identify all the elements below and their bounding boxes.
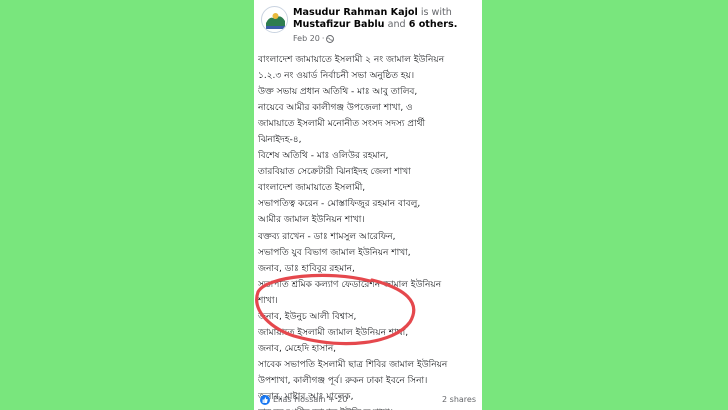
post-text-line: উক্ত সভায় প্রধান অতিথি - মাঃ আবু তালিব,	[258, 87, 418, 98]
meta-separator: ·	[321, 34, 325, 43]
post-date[interactable]: Feb 20	[293, 34, 320, 44]
post-text-line: আমীর জামাল ইউনিয়ন শাখা।	[258, 215, 365, 226]
globe-icon	[326, 35, 335, 43]
with-text: is with	[420, 7, 452, 18]
post-text-line: বক্তব্য রাখেন - ডাঃ শামসুল আরেফিন,	[258, 231, 396, 242]
tagged-name[interactable]: Mustafizur Bablu	[293, 19, 385, 30]
post-text-line: ঝিনাইদহ-৪,	[258, 135, 302, 146]
post-text-line: নায়েবে আমীর কালীগঞ্জ উপজেলা শাখা, ও	[258, 103, 413, 114]
post-text-line: সভাপতি যুব বিভাগ জামাল ইউনিয়ন শাখা,	[258, 247, 411, 258]
post-text-line: বিশেষ অতিথি - মাঃ ওলিউর রহমান,	[258, 151, 389, 162]
post-body: বাংলাদেশ জামায়াতে ইসলামী ২ নং জামাল ইউন…	[258, 52, 482, 410]
facebook-post-card: Masudur Rahman Kajol is with Mustafizur …	[254, 0, 482, 410]
period-text: .	[453, 19, 458, 30]
author-name[interactable]: Masudur Rahman Kajol	[293, 7, 418, 18]
post-text-line: সাবেক সভাপতি ইসলামী ছাত্র শিবির জামাল ইউ…	[258, 359, 448, 370]
and-text: and	[387, 19, 406, 30]
post-text-line: সভাপতিত্ব করেন - মোস্তাফিজুর রহমান বাবলু…	[258, 199, 421, 210]
post-text-line: বাংলাদেশ জামায়াতে ইসলামী ২ নং জামাল ইউন…	[258, 55, 445, 65]
like-icon[interactable]	[260, 395, 270, 405]
post-text-line: তারবিয়াত সেক্রেটারী ঝিনাইদহ জেলা শাখা	[258, 167, 411, 178]
avatar-icon[interactable]	[261, 6, 288, 33]
post-text-line: জনাব, ইউনুচ আলী বিশ্বাস,	[258, 311, 357, 322]
post-footer: Elias Hossain + 20 2 shares	[260, 393, 476, 407]
post-text-line: সভাপতি শ্রমিক কল্যাণ ফেডারেশন জামাল ইউনি…	[258, 279, 442, 290]
reaction-count[interactable]: Elias Hossain + 20	[273, 393, 348, 407]
post-text-line: বাংলাদেশ জামায়াতে ইসলামী,	[258, 183, 366, 194]
post-text-line: জামায়াতে ইসলামী জামাল ইউনিয়ন শাখা,	[258, 327, 409, 338]
post-text-line: জনাব, ডাঃ হাবিবুর রহমান,	[258, 263, 355, 274]
others-link[interactable]: 6 others	[409, 19, 454, 30]
post-text-line: জামায়াতে ইসলামী মনোনীত সংসদ সদস্য প্রার…	[258, 119, 426, 130]
post-text-line: ১.২.৩ নং ওয়ার্ড নির্বাচনী সভা অনুষ্ঠিত …	[258, 71, 415, 82]
shares-count[interactable]: 2 shares	[442, 393, 476, 407]
post-author-line: Masudur Rahman Kajol is with Mustafizur …	[293, 7, 482, 31]
post-text-line: জনাব, মেহেদি হাসান,	[258, 343, 337, 354]
post-meta: Feb 20 ·	[293, 34, 335, 44]
post-text-line: শাখা।	[258, 295, 278, 306]
post-header: Masudur Rahman Kajol is with Mustafizur …	[261, 6, 479, 44]
post-text-line: উপশাখা, কালীগঞ্জ পূর্ব। রুকন ঢাকা ইবনে স…	[258, 375, 428, 386]
